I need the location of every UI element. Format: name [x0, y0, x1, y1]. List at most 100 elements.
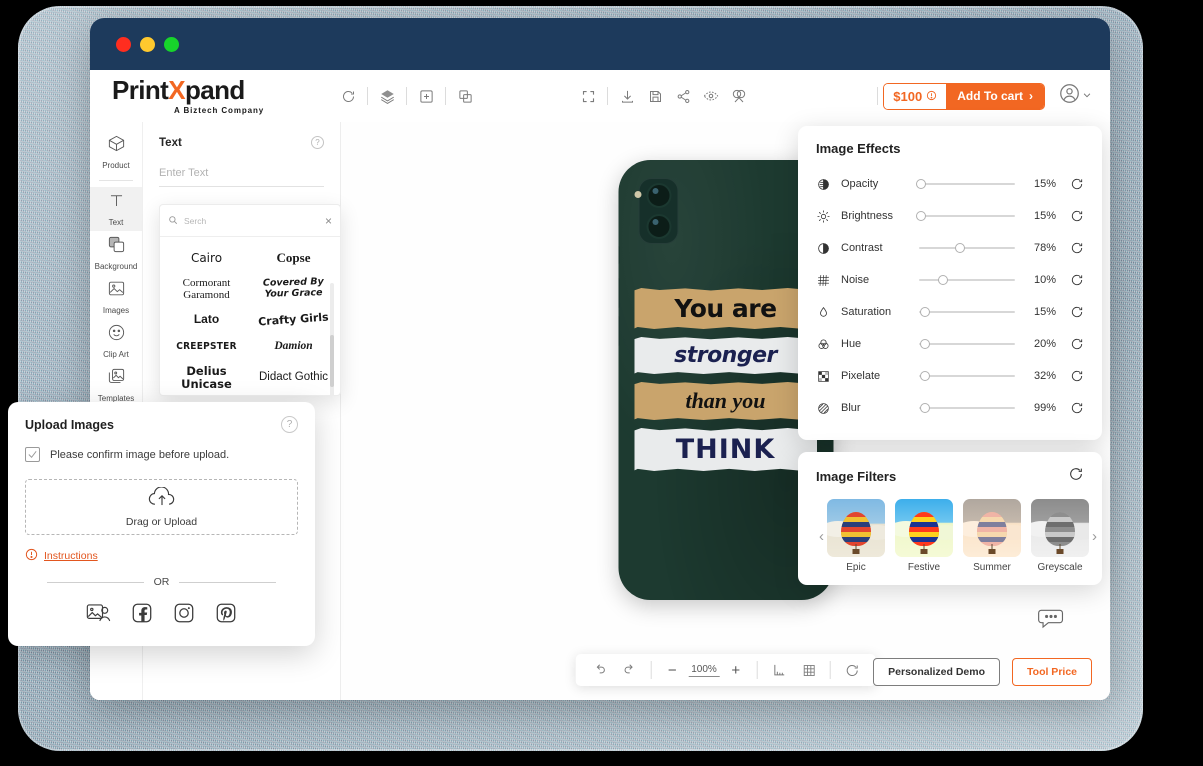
pinterest-icon[interactable]: [215, 602, 237, 629]
drag-or-upload-zone[interactable]: Drag or Upload: [25, 479, 298, 535]
ruler-icon[interactable]: [765, 656, 793, 684]
font-option[interactable]: Cairo: [164, 245, 249, 272]
window-maximize-button[interactable]: [164, 36, 179, 52]
font-option[interactable]: Damion: [251, 334, 336, 361]
fullscreen-icon[interactable]: [574, 82, 602, 110]
font-option[interactable]: Copse: [251, 245, 336, 272]
filters-next-button[interactable]: ›: [1089, 528, 1100, 545]
reset-icon[interactable]: [1066, 369, 1084, 383]
font-option[interactable]: Lato: [164, 307, 249, 334]
duplicate-icon[interactable]: [451, 82, 479, 110]
sidebar-item-label: Clip Art: [103, 350, 129, 359]
instructions-label: Instructions: [44, 550, 98, 562]
sidebar-item-images[interactable]: Images: [90, 275, 142, 319]
refresh-icon[interactable]: [334, 82, 362, 110]
font-option[interactable]: Crafty Girls: [250, 304, 337, 337]
help-icon[interactable]: ?: [281, 416, 298, 433]
contrast-slider[interactable]: [919, 241, 1015, 255]
upload-dialog-header: Upload Images ?: [25, 416, 298, 433]
window-minimize-button[interactable]: [140, 36, 155, 52]
zoom-level[interactable]: 100%: [688, 664, 720, 677]
noise-slider[interactable]: [919, 273, 1015, 287]
design-line: You are: [634, 288, 817, 329]
pixelate-slider[interactable]: [919, 369, 1015, 383]
reset-icon[interactable]: [1068, 466, 1084, 487]
instagram-icon[interactable]: [173, 602, 195, 629]
filter-item-epic[interactable]: Epic: [827, 499, 885, 573]
sidebar-item-background[interactable]: Background: [90, 231, 142, 275]
personalized-demo-button[interactable]: Personalized Demo: [873, 658, 1001, 686]
opacity-icon: [816, 178, 831, 191]
add-to-cart-button[interactable]: Add To cart ›: [946, 83, 1044, 109]
font-option[interactable]: Delius Unicase: [164, 361, 249, 396]
header-left-tools: [334, 82, 479, 110]
hue-icon: [816, 338, 831, 351]
divider: [607, 87, 608, 105]
instructions-link[interactable]: Instructions: [25, 548, 298, 564]
image-filters-panel: Image Filters ‹ Epic Festive Summer Grey…: [798, 452, 1102, 585]
grid-icon[interactable]: [795, 656, 823, 684]
preview-icon[interactable]: [697, 82, 725, 110]
hue-slider[interactable]: [919, 337, 1015, 351]
three-d-icon[interactable]: [725, 82, 753, 110]
layers-icon[interactable]: [373, 82, 401, 110]
tool-price-button[interactable]: Tool Price: [1012, 658, 1092, 686]
brightness-slider[interactable]: [915, 209, 1015, 223]
font-search-input[interactable]: [184, 216, 319, 226]
zoom-in-button[interactable]: +: [722, 656, 750, 684]
font-option[interactable]: Cormorant Garamond: [164, 272, 249, 307]
font-option[interactable]: Didact Gothic: [251, 361, 336, 396]
info-icon[interactable]: [926, 89, 937, 104]
save-icon[interactable]: [641, 82, 669, 110]
upload-source-icons: [25, 602, 298, 629]
chat-bubble-icon[interactable]: [1036, 607, 1066, 638]
opacity-slider[interactable]: [915, 177, 1015, 191]
sidebar-item-text[interactable]: Text: [90, 187, 142, 231]
my-images-icon[interactable]: [86, 602, 111, 629]
design-artwork[interactable]: You are stronger than you THINK: [634, 288, 817, 479]
reset-icon[interactable]: [1066, 241, 1084, 255]
brand-logo[interactable]: PrintXpand A Biztech Company: [104, 77, 334, 115]
window-close-button[interactable]: [116, 36, 131, 52]
filter-item-greyscale[interactable]: Greyscale: [1031, 499, 1089, 573]
filters-prev-button[interactable]: ‹: [816, 528, 827, 545]
sidebar-item-templates[interactable]: Templates: [90, 363, 142, 407]
divider: [650, 661, 652, 679]
effect-value: 78%: [1033, 242, 1056, 254]
templates-icon: [107, 367, 126, 391]
font-option[interactable]: CREEPSTER: [168, 334, 245, 361]
facebook-icon[interactable]: [131, 602, 153, 629]
saturation-slider[interactable]: [919, 305, 1015, 319]
sidebar-item-label: Product: [102, 161, 130, 170]
sidebar-item-product[interactable]: Product: [90, 130, 142, 174]
user-avatar-icon: [1059, 83, 1080, 109]
blur-slider[interactable]: [919, 401, 1015, 415]
download-icon[interactable]: [613, 82, 641, 110]
sidebar-item-clip-art[interactable]: Clip Art: [90, 319, 142, 363]
filter-item-festive[interactable]: Festive: [895, 499, 953, 573]
reset-icon[interactable]: [838, 656, 866, 684]
reset-icon[interactable]: [1066, 209, 1084, 223]
filter-item-summer[interactable]: Summer: [963, 499, 1021, 573]
redo-icon[interactable]: [615, 656, 643, 684]
effect-row-hue: Hue 20%: [816, 328, 1084, 360]
reset-icon[interactable]: [1066, 401, 1084, 415]
zoom-out-button[interactable]: −: [658, 656, 686, 684]
header-right-tools: [574, 82, 753, 110]
drop-zone-label: Drag or Upload: [125, 515, 198, 528]
reset-icon[interactable]: [1066, 177, 1084, 191]
close-icon[interactable]: ×: [325, 214, 332, 228]
undo-icon[interactable]: [585, 656, 613, 684]
price-display[interactable]: $100: [884, 83, 947, 109]
reset-icon[interactable]: [1066, 305, 1084, 319]
reset-icon[interactable]: [1066, 337, 1084, 351]
confirm-checkbox[interactable]: [25, 447, 40, 462]
reset-icon[interactable]: [1066, 273, 1084, 287]
add-frame-icon[interactable]: [412, 82, 440, 110]
account-menu[interactable]: [1059, 83, 1092, 109]
screenshot-stage: PrintXpand A Biztech Company $100 Add To…: [0, 0, 1203, 766]
background-icon: [107, 235, 126, 259]
share-icon[interactable]: [669, 82, 697, 110]
font-list-scrollbar[interactable]: [330, 283, 334, 395]
font-option[interactable]: Covered By Your Grace: [251, 271, 337, 308]
